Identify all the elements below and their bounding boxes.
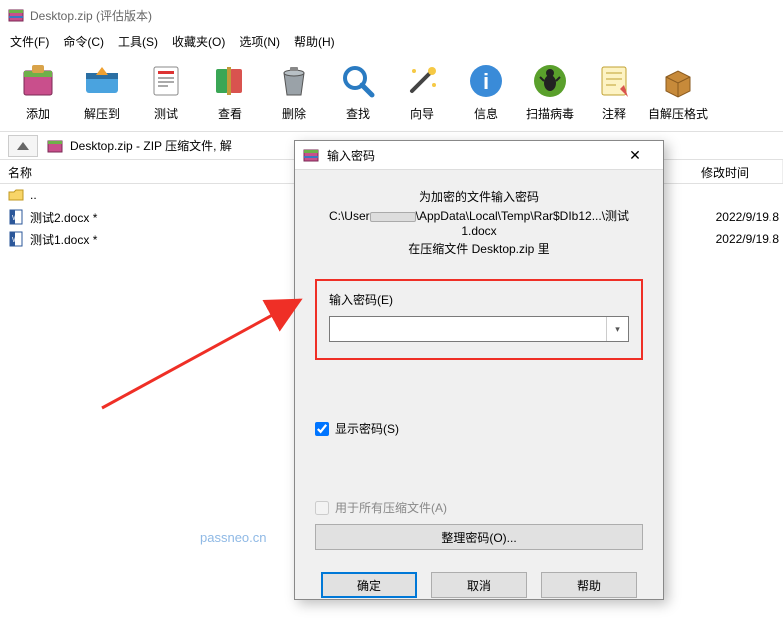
bug-icon [530, 61, 570, 101]
password-input[interactable] [330, 317, 606, 341]
redacted-mask [370, 212, 416, 222]
file-modified: 2022/9/19 8 [716, 228, 783, 250]
password-label: 输入密码(E) [329, 291, 629, 308]
svg-text:i: i [483, 69, 489, 94]
box-icon [658, 61, 698, 101]
info-button[interactable]: i 信息 [456, 57, 516, 127]
dialog-message: 为加密的文件输入密码 [315, 188, 643, 205]
extract-icon [82, 61, 122, 101]
nav-up-button[interactable] [8, 135, 38, 157]
password-dialog: 输入密码 ✕ 为加密的文件输入密码 C:\User\AppData\Local\… [294, 140, 664, 600]
delete-button[interactable]: 删除 [264, 57, 324, 127]
menu-file[interactable]: 文件(F) [4, 31, 55, 52]
winrar-icon [303, 147, 319, 163]
organize-passwords-button[interactable]: 整理密码(O)... [315, 524, 643, 550]
comment-icon [594, 61, 634, 101]
svg-text:W: W [12, 215, 19, 222]
menu-tools[interactable]: 工具(S) [112, 31, 164, 52]
dialog-footer: 确定 取消 帮助 [295, 558, 663, 614]
dialog-archive-line: 在压缩文件 Desktop.zip 里 [315, 240, 643, 257]
virus-scan-button[interactable]: 扫描病毒 [520, 57, 580, 127]
cancel-button[interactable]: 取消 [431, 572, 527, 598]
view-button[interactable]: 查看 [200, 57, 260, 127]
close-button[interactable]: ✕ [615, 141, 655, 169]
winrar-icon [8, 7, 24, 23]
search-icon [338, 61, 378, 101]
archive-icon [46, 137, 64, 155]
info-icon: i [466, 61, 506, 101]
docx-icon: W [8, 209, 24, 225]
show-password-checkbox[interactable]: 显示密码(S) [315, 420, 643, 437]
show-password-box[interactable] [315, 422, 329, 436]
menu-favorites[interactable]: 收藏夹(O) [166, 31, 231, 52]
column-modified[interactable]: 修改时间 [693, 160, 783, 183]
menu-help[interactable]: 帮助(H) [288, 31, 341, 52]
password-group: 输入密码(E) ▾ [315, 279, 643, 360]
menu-options[interactable]: 选项(N) [233, 31, 286, 52]
test-button[interactable]: 测试 [136, 57, 196, 127]
window-title: Desktop.zip (评估版本) [30, 7, 152, 24]
folder-up-icon [8, 187, 24, 203]
archive-add-icon [18, 61, 58, 101]
file-modified: 2022/9/19 8 [716, 206, 783, 228]
add-button[interactable]: 添加 [8, 57, 68, 127]
trash-icon [274, 61, 314, 101]
menu-bar: 文件(F) 命令(C) 工具(S) 收藏夹(O) 选项(N) 帮助(H) [0, 30, 783, 52]
watermark: passneo.cn [200, 530, 267, 545]
password-history-dropdown[interactable]: ▾ [606, 317, 628, 341]
use-for-all-box[interactable] [315, 501, 329, 515]
dialog-path: C:\User\AppData\Local\Temp\Rar$DIb12...\… [315, 207, 643, 238]
use-for-all-checkbox[interactable]: 用于所有压缩文件(A) [315, 499, 643, 516]
test-icon [146, 61, 186, 101]
help-button[interactable]: 帮助 [541, 572, 637, 598]
find-button[interactable]: 查找 [328, 57, 388, 127]
menu-commands[interactable]: 命令(C) [57, 31, 110, 52]
dialog-titlebar[interactable]: 输入密码 ✕ [295, 141, 663, 170]
wizard-button[interactable]: 向导 [392, 57, 452, 127]
sfx-button[interactable]: 自解压格式 [648, 57, 708, 127]
docx-icon: W [8, 231, 24, 247]
view-icon [210, 61, 250, 101]
dialog-title: 输入密码 [327, 147, 615, 164]
wand-icon [402, 61, 442, 101]
toolbar: 添加 解压到 测试 查看 删除 查找 向导 i 信息 扫描病毒 注释 自解压格式 [0, 52, 783, 132]
ok-button[interactable]: 确定 [321, 572, 417, 598]
svg-text:W: W [12, 237, 19, 244]
extract-button[interactable]: 解压到 [72, 57, 132, 127]
window-titlebar: Desktop.zip (评估版本) [0, 0, 783, 30]
comment-button[interactable]: 注释 [584, 57, 644, 127]
breadcrumb-path[interactable]: Desktop.zip - ZIP 压缩文件, 解 [70, 137, 232, 154]
